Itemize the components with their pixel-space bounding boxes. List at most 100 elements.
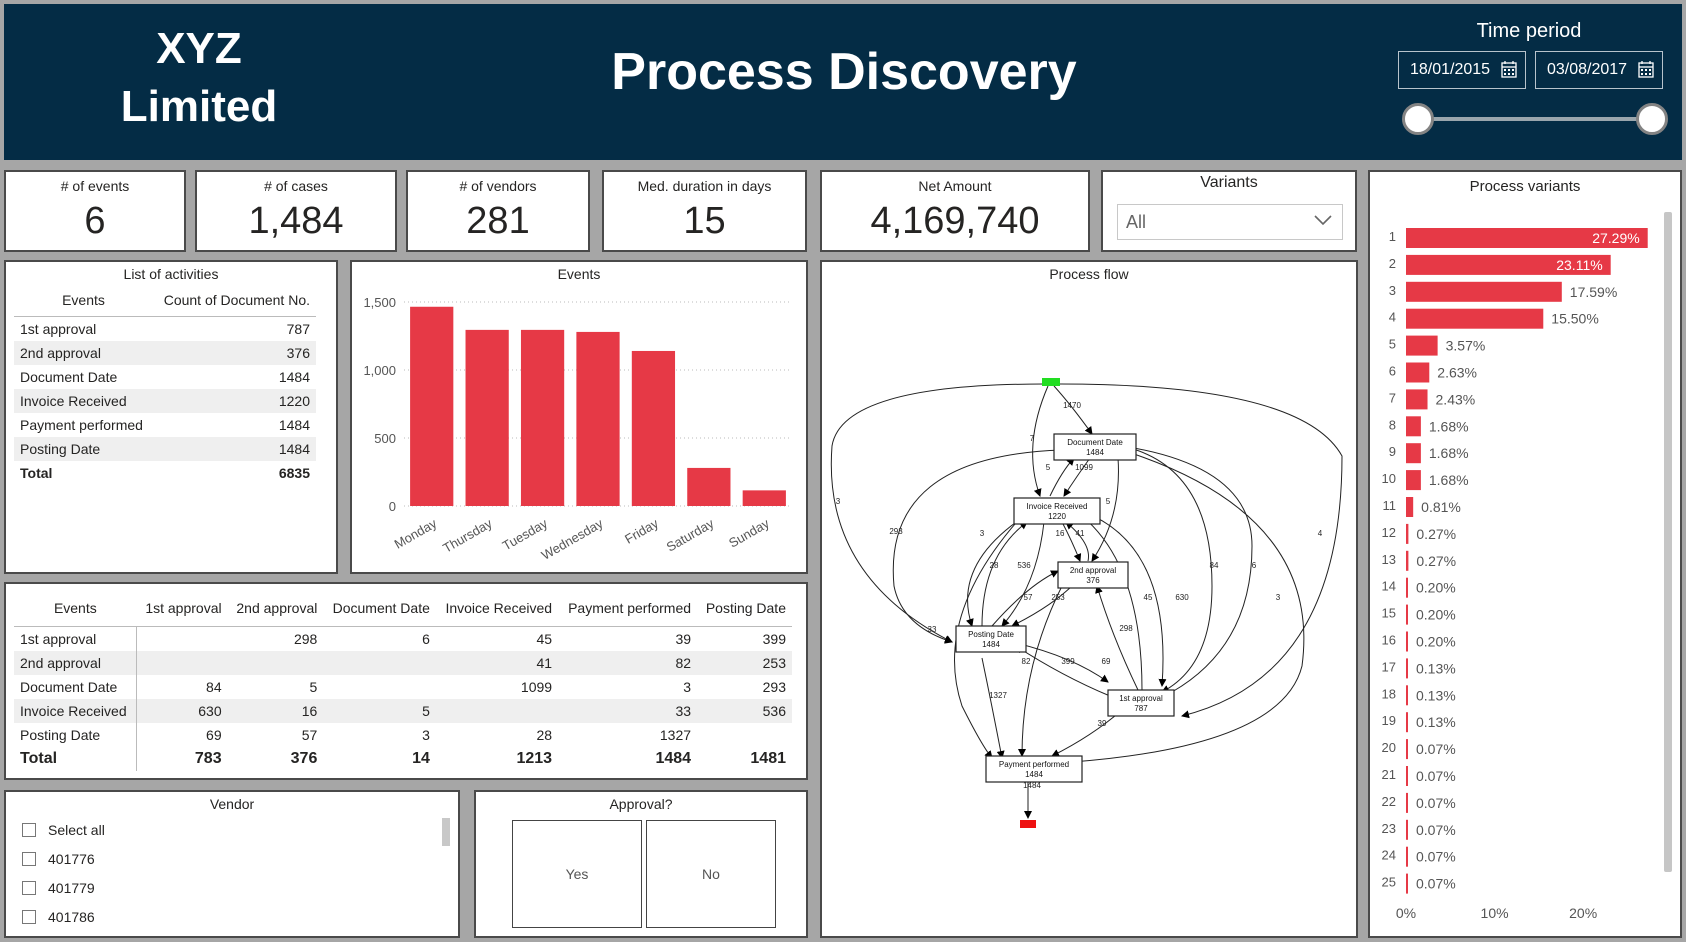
date-range-track[interactable] (1418, 117, 1652, 121)
checkbox-icon[interactable] (22, 852, 36, 866)
bar[interactable] (1406, 685, 1408, 706)
bar[interactable] (410, 306, 454, 506)
bar[interactable] (1406, 281, 1562, 302)
bar[interactable] (1406, 712, 1408, 733)
flow-edge (1001, 521, 1045, 627)
table-row[interactable]: 2nd approval 376 (14, 340, 316, 365)
approval-no-tile[interactable]: No (646, 820, 776, 928)
matrix-col-header[interactable]: Payment performed (558, 596, 698, 627)
bar[interactable] (1406, 550, 1409, 571)
table-row[interactable]: 2nd approval 41 82 253 (14, 650, 792, 675)
bar[interactable] (1406, 308, 1544, 329)
bar[interactable] (465, 329, 509, 506)
bar[interactable] (631, 350, 676, 506)
header-banner: XYZ Limited Process Discovery Time perio… (4, 4, 1682, 160)
bar[interactable] (1406, 631, 1408, 652)
start-date-input[interactable]: 18/01/2015 (1398, 51, 1526, 89)
bar[interactable] (1406, 604, 1408, 625)
vendor-option[interactable]: 401779 (22, 880, 95, 896)
matrix-col-header[interactable]: Document Date (323, 596, 436, 627)
approval-yes-tile[interactable]: Yes (512, 820, 642, 928)
calendar-icon[interactable] (1638, 60, 1654, 78)
bar[interactable] (742, 490, 786, 506)
checkbox-icon[interactable] (22, 910, 36, 924)
flow-edge-label: 399 (1061, 657, 1075, 666)
matrix-col-header[interactable]: Events (14, 596, 137, 627)
variants-dropdown-value: All (1126, 212, 1147, 232)
kpi-vendors-label: # of vendors (459, 178, 537, 194)
bar[interactable] (1406, 792, 1408, 813)
bar[interactable] (1406, 766, 1408, 786)
variant-category-label: 19 (1382, 713, 1396, 728)
bar[interactable] (1406, 523, 1409, 544)
approval-slicer-title: Approval? (609, 796, 673, 812)
col-events-header[interactable]: Events (14, 288, 153, 317)
bar[interactable] (1406, 577, 1408, 598)
table-row[interactable]: Posting Date 1484 (14, 436, 316, 461)
bar[interactable] (1406, 658, 1408, 679)
bar[interactable] (1406, 739, 1408, 760)
matrix-col-header[interactable]: Posting Date (697, 596, 792, 627)
vendor-slicer-panel: Vendor Select all 401776 401779 401786 (4, 790, 460, 938)
variants-dropdown[interactable]: All (1117, 204, 1343, 240)
matrix-col-header[interactable]: 1st approval (136, 596, 228, 627)
checkbox-icon[interactable] (22, 823, 36, 837)
calendar-icon[interactable] (1501, 60, 1517, 78)
bar[interactable] (1406, 470, 1421, 491)
date-range-start-handle[interactable] (1402, 103, 1434, 135)
activity-count: 787 (286, 320, 310, 337)
matrix-cell: 3 (422, 726, 430, 743)
end-date-input[interactable]: 03/08/2017 (1535, 51, 1663, 89)
flow-node-label: 1st approval (1119, 694, 1163, 703)
bar[interactable] (1406, 497, 1414, 517)
vendor-scrollbar[interactable] (442, 818, 450, 846)
bar[interactable] (1406, 846, 1408, 867)
flow-node-label: Document Date (1067, 438, 1123, 447)
matrix-col-header[interactable]: 2nd approval (227, 596, 324, 627)
events-chart-panel: Events 0 500 1,000 1,500 Monday Thursday Tuesd… (350, 260, 808, 574)
table-row[interactable]: Payment performed 1484 (14, 413, 316, 437)
variant-category-label: 24 (1382, 848, 1396, 863)
bar[interactable] (520, 329, 565, 506)
table-row[interactable]: Invoice Received 1220 (14, 388, 316, 413)
vendor-option[interactable]: 401776 (22, 851, 95, 867)
table-row[interactable]: Document Date 84 5 1099 3 293 (14, 674, 792, 699)
data-label: 1.68% (1429, 418, 1469, 434)
total-label: Total (14, 746, 138, 771)
table-row[interactable]: Invoice Received 630 16 5 33 536 (14, 698, 792, 723)
variant-category-label: 16 (1382, 633, 1396, 648)
variant-category-label: 7 (1389, 390, 1396, 405)
table-row[interactable]: 1st approval 298 6 45 39 399 (14, 626, 792, 651)
variant-category-label: 17 (1382, 659, 1396, 674)
bar[interactable] (1406, 873, 1408, 894)
flow-edge (1051, 709, 1123, 757)
date-range-end-handle[interactable] (1636, 103, 1668, 135)
col-count-header[interactable]: Count of Document No. (152, 288, 316, 317)
matrix-col-header[interactable]: Invoice Received (435, 596, 559, 627)
total-row: Total 6835 (14, 461, 316, 485)
variant-category-label: 13 (1382, 552, 1396, 567)
flow-edge-label: 1484 (1023, 781, 1041, 790)
table-row[interactable]: Posting Date 69 57 3 28 1327 (14, 722, 792, 747)
matrix-cell (323, 675, 436, 699)
kpi-duration-value: 15 (683, 200, 726, 242)
bar[interactable] (687, 467, 731, 506)
bar[interactable] (1406, 416, 1421, 437)
flow-node-count: 1220 (1048, 512, 1066, 521)
bar[interactable] (1406, 335, 1438, 356)
table-row[interactable]: 1st approval 787 (14, 317, 316, 341)
variants-scrollbar[interactable] (1664, 212, 1672, 872)
activity-name: 2nd approval (14, 340, 153, 365)
flow-node-count: 1484 (1086, 448, 1104, 457)
bar[interactable] (1406, 443, 1421, 464)
flow-edge-label: 16 (1056, 529, 1065, 538)
checkbox-icon[interactable] (22, 881, 36, 895)
table-row[interactable]: Document Date 1484 (14, 365, 316, 389)
bar[interactable] (1406, 389, 1428, 410)
data-label: 15.50% (1551, 311, 1598, 327)
bar[interactable] (1406, 362, 1430, 383)
vendor-select-all[interactable]: Select all (22, 822, 105, 838)
bar[interactable] (576, 331, 620, 506)
bar[interactable] (1406, 819, 1408, 840)
vendor-option[interactable]: 401786 (22, 909, 95, 925)
